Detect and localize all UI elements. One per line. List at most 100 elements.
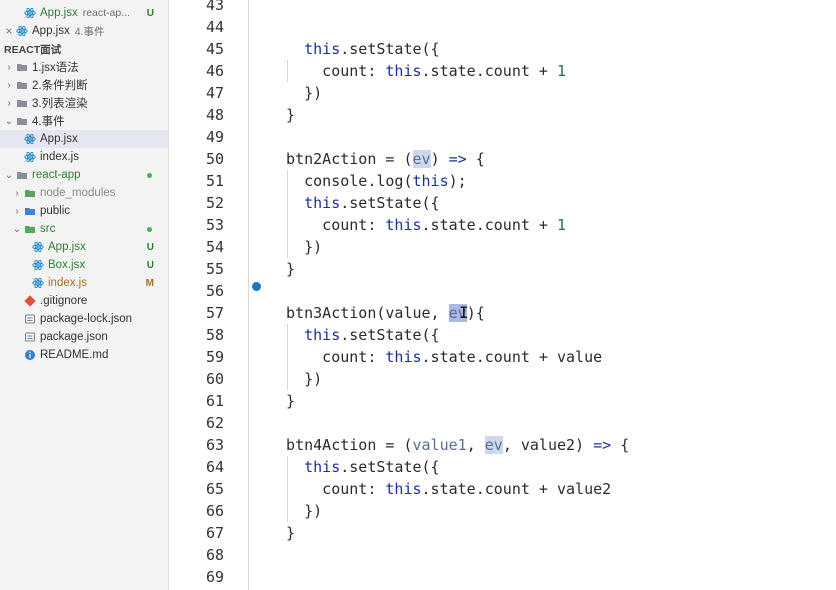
code-token: } — [268, 106, 296, 124]
folder-react-app[interactable]: ⌄ react-app — [0, 166, 168, 184]
line-number: 61 — [205, 392, 224, 410]
file-app-jsx[interactable]: App.jsx react-ap... U — [0, 4, 168, 22]
file-box-jsx[interactable]: Box.jsx U — [0, 256, 168, 274]
code-token: count: — [268, 480, 386, 498]
code-line[interactable]: } — [268, 522, 295, 544]
item-label: 3.列表渲染 — [32, 98, 88, 110]
code-token: ev — [412, 150, 431, 168]
code-token: count: — [268, 62, 386, 80]
code-line[interactable]: }) — [268, 368, 322, 390]
code-token: .setState({ — [340, 458, 440, 476]
chevron-right-icon[interactable]: › — [12, 188, 22, 199]
code-line[interactable]: count: this.state.count + 1 — [268, 214, 566, 236]
chevron-down-icon[interactable]: ⌄ — [12, 224, 22, 235]
line-number: 66 — [205, 502, 224, 520]
item-label: 1.jsx语法 — [32, 62, 79, 74]
code-line[interactable]: } — [268, 104, 295, 126]
code-line[interactable]: this.setState({ — [268, 456, 440, 478]
code-token: }) — [268, 238, 323, 256]
line-number: 50 — [205, 150, 224, 168]
code-line[interactable]: this.setState({ — [268, 192, 439, 214]
code-token: }) — [268, 502, 323, 520]
file-index-js[interactable]: index.js M — [0, 274, 168, 292]
code-line[interactable]: count: this.state.count + 1 — [268, 60, 566, 82]
folder-src[interactable]: ⌄ src — [0, 220, 168, 238]
code-token: this — [304, 458, 341, 476]
code-line[interactable]: count: this.state.count + value — [268, 346, 602, 368]
code-line[interactable]: }) — [268, 82, 322, 104]
file-app-jsx[interactable]: App.jsx — [0, 130, 168, 148]
line-number: 57 — [205, 304, 224, 322]
code-token: btn3Action(value, — [268, 304, 449, 322]
folder-icon — [16, 169, 28, 181]
code-token: ){ — [466, 304, 485, 322]
line-number: 68 — [205, 546, 224, 564]
code-token: this — [304, 194, 341, 212]
folder-1-jsx[interactable]: › 1.jsx语法 — [0, 58, 168, 76]
item-label: react-app — [32, 169, 81, 181]
code-line[interactable]: }) — [268, 500, 322, 522]
code-line[interactable]: console.log(this); — [268, 170, 467, 192]
item-label: 4.事件 — [32, 116, 65, 128]
item-label: .gitignore — [40, 295, 88, 307]
folder-icon — [16, 115, 28, 127]
chevron-down-icon[interactable]: ⌄ — [4, 170, 14, 181]
file-package-json[interactable]: package.json — [0, 328, 168, 346]
folder-node-modules[interactable]: › node_modules — [0, 184, 168, 202]
file-gitignore[interactable]: .gitignore — [0, 292, 168, 310]
file-index-js[interactable]: index.js — [0, 148, 168, 166]
chevron-down-icon[interactable]: ⌄ — [4, 116, 14, 127]
folder-2[interactable]: › 2.条件判断 — [0, 76, 168, 94]
code-token: console.log( — [268, 172, 413, 190]
chevron-right-icon[interactable]: › — [12, 206, 22, 217]
code-line[interactable]: this.setState({ — [268, 324, 439, 346]
code-token: this — [412, 172, 449, 190]
code-line[interactable]: btn3Action(value, ev){ — [268, 302, 485, 324]
folder-public[interactable]: › public — [0, 202, 168, 220]
git-status-badge: U — [146, 7, 154, 19]
code-line[interactable]: btn2Action = (ev) => { — [268, 148, 485, 170]
code-token: value1 — [412, 436, 467, 454]
code-line[interactable]: this.setState({ — [268, 38, 439, 60]
item-label: App.jsx — [40, 7, 78, 19]
file-app-jsx[interactable]: App.jsx U — [0, 238, 168, 256]
code-line[interactable]: }) — [268, 236, 322, 258]
item-label: node_modules — [40, 187, 116, 199]
file-package-lock-json[interactable]: package-lock.json — [0, 310, 168, 328]
code-line[interactable]: count: this.state.count + value2 — [268, 478, 611, 500]
lightbulb-icon[interactable] — [252, 282, 261, 291]
close-icon[interactable]: × — [4, 24, 14, 38]
chevron-right-icon[interactable]: › — [4, 80, 14, 91]
chevron-right-icon[interactable]: › — [4, 98, 14, 109]
code-token: { — [611, 436, 630, 454]
section-title-label: REACT面试 — [4, 43, 62, 56]
code-token: , — [466, 436, 485, 454]
code-token: this — [304, 40, 341, 58]
code-token: btn4Action = ( — [268, 436, 413, 454]
chevron-right-icon[interactable]: › — [4, 62, 14, 73]
code-line[interactable]: } — [268, 258, 295, 280]
explorer-section-title[interactable]: REACT面试 — [0, 40, 168, 58]
code-line[interactable]: } — [268, 390, 295, 412]
item-label: App.jsx — [40, 133, 78, 145]
open-editor-app-jsx[interactable]: × App.jsx 4.事件 — [0, 22, 168, 40]
line-number: 64 — [205, 458, 224, 476]
line-number: 55 — [205, 260, 224, 278]
code-token: ev — [484, 436, 503, 454]
code-line[interactable]: btn4Action = (value1, ev, value2) => { — [268, 434, 629, 456]
code-token: .state.count + value2 — [421, 480, 612, 498]
file-readme-md[interactable]: README.md — [0, 346, 168, 364]
info-icon — [24, 349, 36, 361]
folder-4[interactable]: ⌄ 4.事件 — [0, 112, 168, 130]
folder-icon — [16, 97, 28, 109]
code-token: } — [268, 524, 296, 542]
item-label: App.jsx — [48, 241, 86, 253]
item-description: 4.事件 — [74, 25, 105, 38]
code-editor[interactable]: this.setState({ count: this.state.count … — [248, 0, 836, 590]
folder-3[interactable]: › 3.列表渲染 — [0, 94, 168, 112]
react-icon — [24, 133, 36, 145]
code-token: count: — [268, 348, 386, 366]
code-token: { — [466, 150, 485, 168]
green-folder-icon — [24, 223, 36, 235]
